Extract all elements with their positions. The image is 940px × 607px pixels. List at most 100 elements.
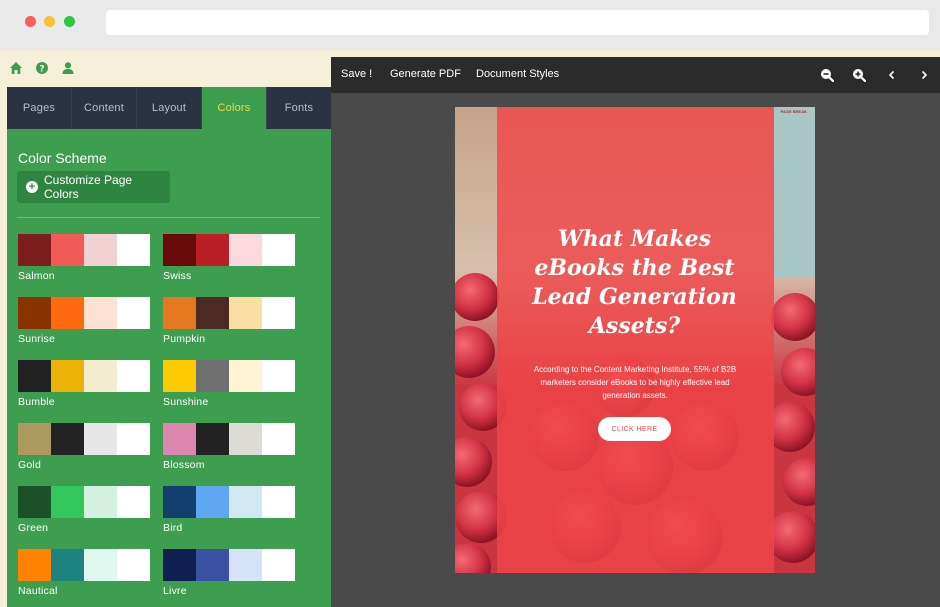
- home-icon[interactable]: [9, 61, 23, 75]
- color-swatch-strip: [163, 423, 295, 455]
- color-chip: [229, 234, 262, 266]
- click-here-button[interactable]: CLICK HERE: [598, 417, 671, 441]
- color-chip: [18, 423, 51, 455]
- color-scheme-name: Gold: [18, 459, 41, 471]
- ebook-page-preview[interactable]: PAGE BREAK What Makes eBooks the Best Le…: [455, 107, 815, 573]
- color-chip: [163, 423, 196, 455]
- preview-toolbar: Save ! Generate PDF Document Styles: [331, 57, 940, 93]
- tab-fonts[interactable]: Fonts: [267, 87, 331, 129]
- zoom-in-icon[interactable]: [852, 68, 867, 83]
- headline-line: Assets?: [588, 313, 681, 339]
- generate-pdf-button[interactable]: Generate PDF: [390, 68, 461, 80]
- color-chip: [51, 549, 84, 581]
- color-chip: [117, 423, 150, 455]
- color-scheme-nautical[interactable]: Nautical: [18, 549, 150, 597]
- plus-circle-icon: +: [26, 181, 38, 193]
- color-scheme-name: Livre: [163, 585, 187, 597]
- color-scheme-name: Nautical: [18, 585, 58, 597]
- color-chip: [117, 549, 150, 581]
- tab-colors[interactable]: Colors: [202, 87, 267, 129]
- color-swatch-strip: [18, 423, 150, 455]
- color-chip: [196, 486, 229, 518]
- color-scheme-name: Pumpkin: [163, 333, 206, 345]
- color-chip: [51, 423, 84, 455]
- color-swatch-strip: [18, 549, 150, 581]
- address-bar[interactable]: [106, 10, 929, 35]
- color-chip: [51, 234, 84, 266]
- document-styles-button[interactable]: Document Styles: [476, 68, 559, 80]
- body-line: According to the Content Marketing Insti…: [533, 365, 737, 374]
- color-swatch-strip: [163, 297, 295, 329]
- color-chip: [51, 486, 84, 518]
- color-chip: [163, 234, 196, 266]
- color-swatch-strip: [18, 360, 150, 392]
- save-button[interactable]: Save !: [341, 68, 372, 80]
- color-chip: [229, 549, 262, 581]
- help-icon[interactable]: ?: [35, 61, 49, 75]
- color-swatch-strip: [163, 234, 295, 266]
- page-break-marker: PAGE BREAK: [780, 109, 807, 114]
- browser-chrome: [0, 0, 940, 50]
- color-chip: [84, 297, 117, 329]
- editor-sidebar: Pages Content Layout Colors Fonts Color …: [7, 87, 331, 607]
- zoom-out-icon[interactable]: [820, 68, 835, 83]
- tab-content[interactable]: Content: [72, 87, 137, 129]
- color-scheme-name: Salmon: [18, 270, 55, 282]
- color-scheme-salmon[interactable]: Salmon: [18, 234, 150, 282]
- previous-page-icon[interactable]: [885, 68, 899, 82]
- color-scheme-gold[interactable]: Gold: [18, 423, 150, 471]
- color-chip: [84, 549, 117, 581]
- close-window-dot[interactable]: [25, 16, 36, 27]
- color-scheme-livre[interactable]: Livre: [163, 549, 295, 597]
- color-scheme-pumpkin[interactable]: Pumpkin: [163, 297, 295, 345]
- color-chip: [262, 486, 295, 518]
- headline-line: Lead Generation: [532, 284, 737, 310]
- color-swatch-strip: [18, 486, 150, 518]
- color-chip: [84, 486, 117, 518]
- color-swatch-strip: [163, 360, 295, 392]
- color-chip: [18, 234, 51, 266]
- color-chip: [196, 423, 229, 455]
- color-chip: [229, 297, 262, 329]
- color-swatch-strip: [18, 297, 150, 329]
- color-scheme-swiss[interactable]: Swiss: [163, 234, 295, 282]
- color-scheme-bird[interactable]: Bird: [163, 486, 295, 534]
- tab-layout[interactable]: Layout: [137, 87, 202, 129]
- color-chip: [262, 549, 295, 581]
- svg-text:?: ?: [39, 65, 44, 75]
- color-chip: [117, 234, 150, 266]
- color-chip: [196, 297, 229, 329]
- minimize-window-dot[interactable]: [44, 16, 55, 27]
- color-chip: [84, 423, 117, 455]
- color-chip: [262, 423, 295, 455]
- customize-page-colors-button[interactable]: + Customize Page Colors: [17, 171, 170, 203]
- color-scheme-sunshine[interactable]: Sunshine: [163, 360, 295, 408]
- color-chip: [262, 234, 295, 266]
- color-scheme-blossom[interactable]: Blossom: [163, 423, 295, 471]
- color-chip: [196, 360, 229, 392]
- customize-page-colors-label: Customize Page Colors: [44, 173, 133, 201]
- tab-pages[interactable]: Pages: [7, 87, 72, 129]
- color-scheme-green[interactable]: Green: [18, 486, 150, 534]
- color-scheme-name: Swiss: [163, 270, 192, 282]
- color-swatch-strip: [18, 234, 150, 266]
- color-chip: [163, 297, 196, 329]
- color-chip: [229, 423, 262, 455]
- divider: [17, 217, 320, 218]
- color-chip: [262, 297, 295, 329]
- maximize-window-dot[interactable]: [64, 16, 75, 27]
- color-chip: [196, 549, 229, 581]
- color-chip: [51, 360, 84, 392]
- browser-window: ? Pages Content Layout Colors Fonts Colo…: [0, 0, 940, 607]
- color-chip: [18, 486, 51, 518]
- color-swatch-strip: [163, 549, 295, 581]
- user-icon[interactable]: [61, 61, 75, 75]
- color-scheme-sunrise[interactable]: Sunrise: [18, 297, 150, 345]
- color-scheme-bumble[interactable]: Bumble: [18, 360, 150, 408]
- color-chip: [163, 549, 196, 581]
- page-body-text[interactable]: According to the Content Marketing Insti…: [517, 363, 753, 402]
- page-headline[interactable]: What Makes eBooks the Best Lead Generati…: [513, 225, 756, 341]
- next-page-icon[interactable]: [917, 68, 931, 82]
- body-line: generation assets.: [602, 391, 668, 400]
- color-scheme-name: Bumble: [18, 396, 55, 408]
